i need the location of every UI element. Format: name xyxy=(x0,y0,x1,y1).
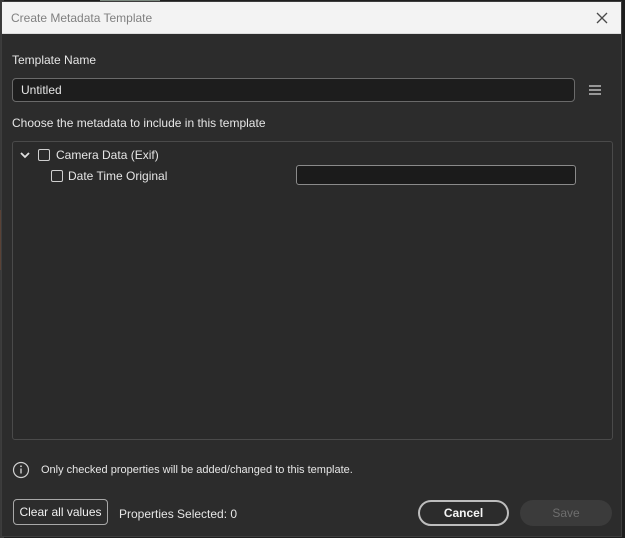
dialog-title: Create Metadata Template xyxy=(11,11,153,25)
metadata-section-label: Choose the metadata to include in this t… xyxy=(12,116,266,130)
camera-data-checkbox[interactable] xyxy=(38,149,50,161)
date-time-original-input[interactable] xyxy=(296,165,576,185)
expand-toggle[interactable] xyxy=(19,149,31,161)
metadata-tree: Camera Data (Exif) Date Time Original xyxy=(12,141,613,440)
template-menu-button[interactable] xyxy=(588,83,602,97)
date-time-original-checkbox[interactable] xyxy=(51,170,63,182)
hamburger-menu-icon xyxy=(589,85,601,95)
info-message: Only checked properties will be added/ch… xyxy=(41,464,353,476)
camera-data-group-label: Camera Data (Exif) xyxy=(56,148,159,162)
cancel-button[interactable]: Cancel xyxy=(418,500,509,526)
close-button[interactable] xyxy=(593,9,611,27)
clear-all-values-button[interactable]: Clear all values xyxy=(13,499,108,525)
template-name-label: Template Name xyxy=(12,53,97,67)
template-name-input[interactable] xyxy=(12,78,575,102)
title-bar: Create Metadata Template xyxy=(2,2,621,34)
properties-selected-count: Properties Selected: 0 xyxy=(119,507,238,521)
close-icon xyxy=(596,12,608,24)
info-icon xyxy=(12,461,30,479)
date-time-original-label: Date Time Original xyxy=(68,169,168,183)
chevron-down-icon xyxy=(20,152,30,159)
save-button[interactable]: Save xyxy=(520,500,612,526)
create-metadata-template-dialog: Create Metadata Template Template Name C… xyxy=(1,1,622,537)
